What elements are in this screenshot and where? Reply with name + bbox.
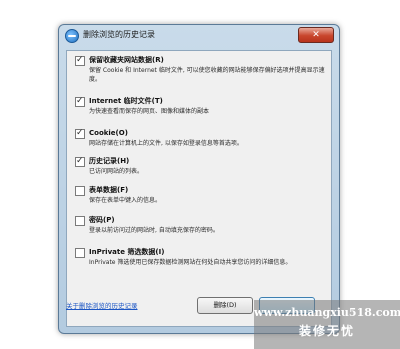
internet-explorer-icon xyxy=(65,29,79,43)
option-description: 保存在表单中键入的信息。 xyxy=(89,197,162,204)
window-title: 删除浏览的历史记录 xyxy=(83,30,155,39)
checkmark-icon: ✓ xyxy=(76,156,84,166)
option-title[interactable]: 历史记录(H) xyxy=(89,156,129,166)
option-title[interactable]: Cookie(O) xyxy=(89,128,128,138)
delete-browsing-history-dialog: 删除浏览的历史记录 ✕ ✓ 保留收藏夹网站数据(R) 保留 Cookie 和 Int… xyxy=(58,24,340,334)
option-title[interactable]: 表单数据(F) xyxy=(89,185,128,195)
watermark-name: 装修无忧 xyxy=(298,324,355,338)
watermark: www.zhuangxiu518.com 装修无忧 xyxy=(254,300,400,349)
checkmark-icon: ✓ xyxy=(76,128,84,138)
option-checkbox[interactable]: ✓ xyxy=(75,55,85,66)
option-checkbox[interactable] xyxy=(75,216,85,226)
option-checkbox[interactable]: ✓ xyxy=(75,96,85,107)
option-description: 登录以前访问过的网站时, 自动填充保存的密码。 xyxy=(89,227,219,234)
title-bar: 删除浏览的历史记录 ✕ xyxy=(59,25,339,47)
checkmark-icon: ✓ xyxy=(76,55,84,65)
option-description: 为快速查看而保存的网页、图像和媒体的副本 xyxy=(89,108,210,115)
option-description: 保留 Cookie 和 Internet 临时文件, 可以使您收藏的网站能够保存… xyxy=(89,67,325,83)
checkmark-icon: ✓ xyxy=(76,96,84,106)
option-title[interactable]: 保留收藏夹网站数据(R) xyxy=(89,55,164,65)
option-description: InPrivate 筛选使用已保存数据检测网站在何处自动共享您访问的详细信息。 xyxy=(89,259,292,266)
close-icon: ✕ xyxy=(312,30,320,40)
option-title[interactable]: InPrivate 筛选数据(I) xyxy=(89,247,164,257)
option-checkbox[interactable] xyxy=(75,186,85,196)
dialog-content: ✓ 保留收藏夹网站数据(R) 保留 Cookie 和 Internet 临时文件, … xyxy=(66,50,332,327)
option-title[interactable]: Internet 临时文件(T) xyxy=(89,96,163,106)
close-button[interactable]: ✕ xyxy=(298,27,334,43)
watermark-url: www.zhuangxiu518.com xyxy=(254,306,400,319)
option-title[interactable]: 密码(P) xyxy=(89,215,115,225)
about-deleting-history-link[interactable]: 关于删除浏览的历史记录 xyxy=(66,300,138,310)
option-checkbox[interactable] xyxy=(75,248,85,258)
option-checkbox[interactable]: ✓ xyxy=(75,128,85,139)
delete-button[interactable]: 删除(D) xyxy=(197,297,253,314)
option-checkbox[interactable]: ✓ xyxy=(75,156,85,167)
option-description: 网站存储在计算机上的文件, 以保存如登录信息等首选项。 xyxy=(89,140,243,147)
option-description: 已访问网站的列表。 xyxy=(89,168,144,175)
